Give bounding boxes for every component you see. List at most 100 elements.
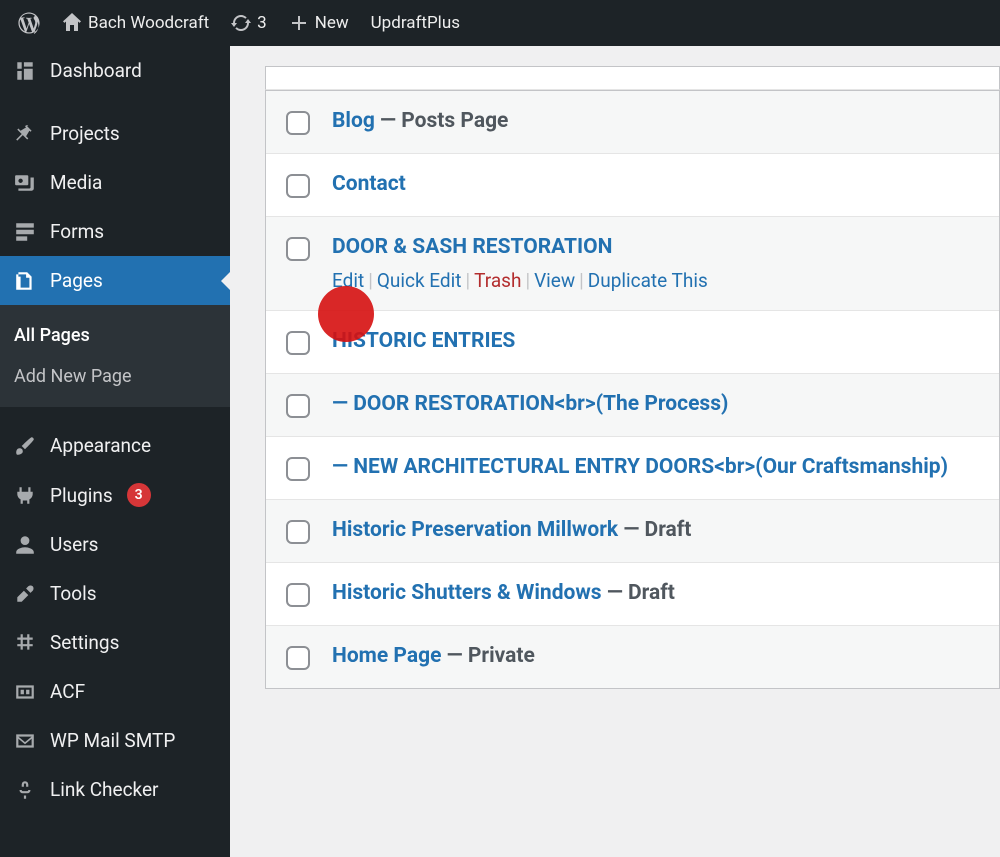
sidebar-item-projects[interactable]: Projects <box>0 109 230 158</box>
row-body: Historic Shutters & Windows — Draft <box>332 581 979 605</box>
settings-icon <box>14 632 36 654</box>
sidebar-item-appearance[interactable]: Appearance <box>0 421 230 470</box>
separator: | <box>521 269 534 292</box>
user-icon <box>14 534 36 556</box>
page-status-suffix: — Draft <box>602 581 675 605</box>
page-title-link[interactable]: — NEW ARCHITECTURAL ENTRY DOORS<br>(Our … <box>332 455 948 479</box>
separator: | <box>461 269 474 292</box>
sidebar-item-settings[interactable]: Settings <box>0 618 230 667</box>
pages-table: Blog — Posts Page Contact DOOR & SASH REST… <box>265 90 1000 689</box>
sidebar-item-label: Projects <box>50 122 120 145</box>
submenu-all-pages[interactable]: All Pages <box>0 315 230 356</box>
select-row-checkbox[interactable] <box>286 237 310 261</box>
page-row: Historic Shutters & Windows — Draft <box>266 563 999 626</box>
row-actions: Edit|Quick Edit|Trash|View|Duplicate Thi… <box>332 269 979 292</box>
plus-icon <box>289 13 309 33</box>
site-name-link[interactable]: Bach Woodcraft <box>54 0 217 46</box>
page-row: — DOOR RESTORATION<br>(The Process) <box>266 374 999 437</box>
sidebar-item-media[interactable]: Media <box>0 158 230 207</box>
page-row: Home Page — Private <box>266 626 999 688</box>
sidebar-item-label: Link Checker <box>50 778 159 801</box>
row-body: Historic Preservation Millwork — Draft <box>332 518 979 542</box>
page-title-link[interactable]: Historic Preservation Millwork <box>332 518 618 542</box>
select-row-checkbox[interactable] <box>286 646 310 670</box>
page-title-link[interactable]: Contact <box>332 172 406 196</box>
sidebar-item-label: WP Mail SMTP <box>50 729 175 752</box>
row-body: Contact <box>332 172 979 196</box>
page-row: Contact <box>266 154 999 217</box>
new-content-link[interactable]: New <box>281 0 357 46</box>
sidebar-item-label: ACF <box>50 680 85 703</box>
sidebar-item-forms[interactable]: Forms <box>0 207 230 256</box>
select-row-checkbox[interactable] <box>286 174 310 198</box>
sidebar-item-label: Media <box>50 171 102 194</box>
page-row: — NEW ARCHITECTURAL ENTRY DOORS<br>(Our … <box>266 437 999 500</box>
updates-link[interactable]: 3 <box>223 0 275 46</box>
select-row-checkbox[interactable] <box>286 520 310 544</box>
pages-icon <box>14 270 36 292</box>
wordpress-icon <box>18 12 40 34</box>
row-body: — DOOR RESTORATION<br>(The Process) <box>332 392 979 416</box>
page-row: Blog — Posts Page <box>266 91 999 154</box>
select-row-checkbox[interactable] <box>286 583 310 607</box>
pages-submenu: All PagesAdd New Page <box>0 305 230 407</box>
sidebar-item-label: Plugins <box>50 484 113 507</box>
select-row-checkbox[interactable] <box>286 457 310 481</box>
plug-icon <box>14 484 36 506</box>
brush-icon <box>14 435 36 457</box>
new-label: New <box>315 13 349 33</box>
dashboard-icon <box>14 60 36 82</box>
page-row: HISTORIC ENTRIES <box>266 311 999 374</box>
page-title-link[interactable]: Home Page <box>332 644 441 668</box>
quick-edit-link[interactable]: Quick Edit <box>377 269 462 292</box>
sidebar-item-dashboard[interactable]: Dashboard <box>0 46 230 95</box>
sidebar-item-pages[interactable]: Pages <box>0 256 230 305</box>
page-status-suffix: — Draft <box>618 518 691 542</box>
trash-link[interactable]: Trash <box>474 269 521 292</box>
sidebar-item-users[interactable]: Users <box>0 520 230 569</box>
row-body: HISTORIC ENTRIES <box>332 329 979 353</box>
sidebar-item-label: Pages <box>50 269 103 292</box>
row-body: DOOR & SASH RESTORATIONEdit|Quick Edit|T… <box>332 235 979 292</box>
main-content: Blog — Posts Page Contact DOOR & SASH REST… <box>230 46 1000 857</box>
sidebar-item-wp-mail-smtp[interactable]: WP Mail SMTP <box>0 716 230 765</box>
select-row-checkbox[interactable] <box>286 111 310 135</box>
wp-logo[interactable] <box>10 0 48 46</box>
submenu-add-new-page[interactable]: Add New Page <box>0 356 230 397</box>
acf-icon <box>14 681 36 703</box>
sidebar-item-label: Tools <box>50 582 97 605</box>
page-title-link[interactable]: Blog <box>332 109 375 133</box>
site-name: Bach Woodcraft <box>88 13 209 33</box>
view-link[interactable]: View <box>534 269 575 292</box>
sidebar-item-plugins[interactable]: Plugins 3 <box>0 470 230 520</box>
page-title-link[interactable]: — DOOR RESTORATION<br>(The Process) <box>332 392 728 416</box>
separator: | <box>364 269 377 292</box>
sidebar-item-tools[interactable]: Tools <box>0 569 230 618</box>
wrench-icon <box>14 583 36 605</box>
link-icon <box>14 779 36 801</box>
mail-icon <box>14 730 36 752</box>
sidebar-item-acf[interactable]: ACF <box>0 667 230 716</box>
select-row-checkbox[interactable] <box>286 331 310 355</box>
page-status-suffix: — Posts Page <box>375 109 509 133</box>
sidebar-item-label: Forms <box>50 220 104 243</box>
page-row: Historic Preservation Millwork — Draft <box>266 500 999 563</box>
page-title-link[interactable]: HISTORIC ENTRIES <box>332 329 515 353</box>
updraftplus-link[interactable]: UpdraftPlus <box>363 0 468 46</box>
sidebar-item-label: Dashboard <box>50 59 142 82</box>
update-badge: 3 <box>127 483 151 507</box>
row-body: Home Page — Private <box>332 644 979 668</box>
page-title-link[interactable]: DOOR & SASH RESTORATION <box>332 235 612 259</box>
select-row-checkbox[interactable] <box>286 394 310 418</box>
home-icon <box>62 13 82 33</box>
forms-icon <box>14 221 36 243</box>
row-body: Blog — Posts Page <box>332 109 979 133</box>
page-title-link[interactable]: Historic Shutters & Windows <box>332 581 602 605</box>
duplicate-link[interactable]: Duplicate This <box>588 269 708 292</box>
sidebar-item-label: Appearance <box>50 434 151 457</box>
edit-link[interactable]: Edit <box>332 269 364 292</box>
sidebar-item-link-checker[interactable]: Link Checker <box>0 765 230 814</box>
separator: | <box>575 269 588 292</box>
page-row: DOOR & SASH RESTORATIONEdit|Quick Edit|T… <box>266 217 999 311</box>
pin-icon <box>14 123 36 145</box>
